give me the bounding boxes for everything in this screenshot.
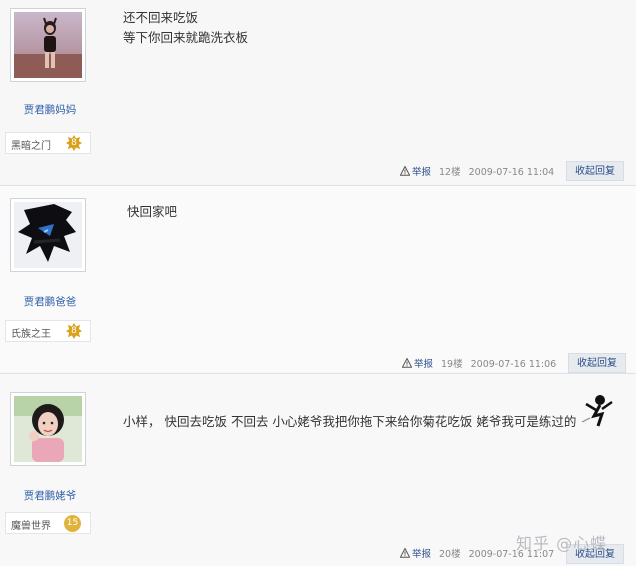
- star-level-icon: 8: [66, 323, 82, 339]
- badge-group-name: 魔兽世界: [11, 521, 51, 532]
- post-author-sidebar: 贾君鹏爸爸 氏族之王 8: [0, 186, 102, 372]
- post-content: 小样， 快回去吃饭 不回去 小心姥爷我把你拖下来给你菊花吃饭 姥爷我可是练过的: [123, 412, 576, 432]
- badge-group-name: 黑暗之门: [11, 141, 51, 152]
- post-text-line: 还不回来吃饭: [123, 10, 199, 25]
- author-username[interactable]: 贾君鹏姥爷: [0, 488, 100, 503]
- post-author-sidebar: 贾君鹏姥爷 魔兽世界 15: [0, 374, 102, 566]
- post-text-line: 等下你回来就跪洗衣板: [123, 30, 249, 45]
- post-floor-19: 贾君鹏爸爸 氏族之王 8 快回家吧 举报 19楼 2009-07-16 11:06 …: [0, 186, 636, 373]
- avatar[interactable]: [10, 8, 86, 82]
- post-footer: 举报 12楼 2009-07-16 11:04: [400, 164, 554, 184]
- report-link[interactable]: 举报: [412, 549, 431, 560]
- member-badge: 黑暗之门 8: [5, 132, 91, 154]
- avatar-image: [14, 396, 82, 462]
- author-username[interactable]: 贾君鹏爸爸: [0, 294, 100, 309]
- watermark: 知乎 @心蝶: [516, 534, 608, 553]
- collapse-replies-button[interactable]: 收起回复: [568, 353, 626, 373]
- post-text-line: 小样， 快回去吃饭 不回去 小心姥爷我把你拖下来给你菊花吃饭 姥爷我可是练过的: [123, 414, 577, 429]
- collapse-replies-button[interactable]: 收起回复: [566, 161, 624, 181]
- star-level-icon: 8: [66, 135, 82, 151]
- report-link[interactable]: 举报: [412, 167, 431, 178]
- floor-number: 20楼: [439, 549, 461, 560]
- floor-number: 12楼: [439, 167, 461, 178]
- avatar-image: [14, 12, 82, 78]
- avatar[interactable]: [10, 392, 86, 466]
- post-text-line: 快回家吧: [127, 204, 178, 219]
- post-timestamp: 2009-07-16 11:06: [470, 359, 557, 370]
- floor-number: 19楼: [441, 359, 463, 370]
- member-badge: 魔兽世界 15: [5, 512, 91, 534]
- post-author-sidebar: 贾君鹏妈妈 黑暗之门 8: [0, 0, 102, 184]
- heart-level-icon: 15: [64, 515, 81, 532]
- badge-group-name: 氏族之王: [11, 329, 51, 340]
- warning-triangle-icon: [402, 358, 412, 368]
- ninja-sticker-icon: [581, 395, 613, 427]
- author-username[interactable]: 贾君鹏妈妈: [0, 102, 100, 117]
- avatar-image: [14, 202, 82, 268]
- post-content: 还不回来吃饭 等下你回来就跪洗衣板: [123, 8, 248, 48]
- avatar[interactable]: [10, 198, 86, 272]
- post-content: 快回家吧: [127, 202, 177, 222]
- member-badge: 氏族之王 8: [5, 320, 91, 342]
- post-timestamp: 2009-07-16 11:04: [468, 167, 555, 178]
- post-floor-12: 贾君鹏妈妈 黑暗之门 8 还不回来吃饭 等下你回来就跪洗衣板 举报 12楼 2009…: [0, 0, 636, 184]
- warning-triangle-icon: [400, 166, 410, 176]
- warning-triangle-icon: [400, 548, 410, 558]
- report-link[interactable]: 举报: [414, 359, 433, 370]
